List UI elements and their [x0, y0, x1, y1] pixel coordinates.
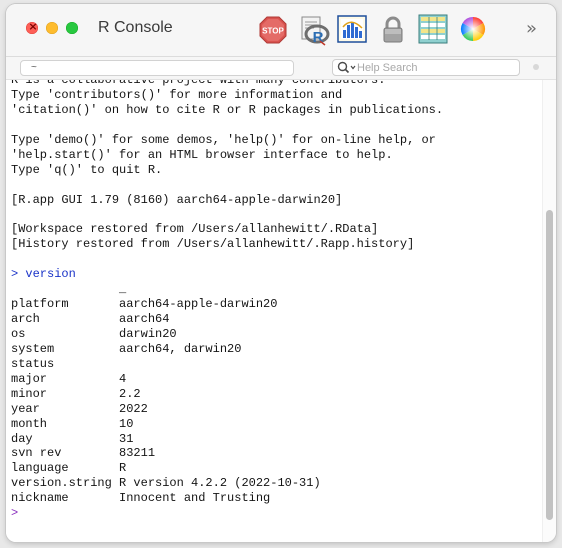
console-output-line: day 31: [11, 431, 134, 446]
quartz-chart-icon[interactable]: [337, 15, 367, 45]
console-output-line: Type 'demo()' for some demos, 'help()' f…: [11, 132, 436, 147]
console-output-line: month 10: [11, 416, 134, 431]
console-output-line: [R.app GUI 1.79 (8160) aarch64-apple-dar…: [11, 192, 343, 207]
help-search-field[interactable]: [332, 59, 520, 76]
minimize-window-button[interactable]: [46, 22, 58, 34]
console-output-line: status: [11, 356, 55, 371]
stop-icon[interactable]: STOP: [258, 15, 288, 45]
path-bar: ~: [6, 57, 556, 80]
console-output-line: os darwin20: [11, 326, 177, 341]
console-output-line: [Workspace restored from /Users/allanhew…: [11, 222, 379, 237]
r-source-icon[interactable]: R: [298, 14, 330, 46]
working-directory-field[interactable]: ~: [20, 60, 294, 76]
data-editor-table-icon[interactable]: [418, 14, 448, 44]
zoom-window-button[interactable]: [66, 22, 78, 34]
toolbar-overflow-icon[interactable]: »: [526, 18, 537, 39]
console-output-line: svn rev 83211: [11, 446, 156, 461]
lock-icon[interactable]: [378, 15, 408, 45]
console-output-line: R is a collaborative project with many c…: [11, 80, 386, 87]
status-indicator: [533, 64, 539, 70]
console-output-line: 'citation()' on how to cite R or R packa…: [11, 102, 444, 117]
window-title: R Console: [98, 19, 173, 36]
color-wheel-icon[interactable]: [460, 16, 490, 46]
close-window-button[interactable]: [26, 20, 38, 34]
console-output-line: _: [11, 282, 127, 297]
console-input-line: > version: [11, 267, 76, 282]
stop-label: STOP: [262, 27, 284, 36]
console-output-line: nickname Innocent and Trusting: [11, 491, 271, 506]
title-bar[interactable]: R Console STOP R: [6, 4, 556, 57]
help-search-input[interactable]: [357, 60, 507, 75]
console-output-line: minor 2.2: [11, 386, 141, 401]
scrollbar-thumb[interactable]: [546, 210, 553, 520]
console-output-line: major 4: [11, 371, 127, 386]
console-output-line: language R: [11, 461, 127, 476]
r-console-window: R Console STOP R: [6, 4, 556, 542]
vertical-scrollbar[interactable]: [542, 80, 556, 542]
console-output-line: system aarch64, darwin20: [11, 341, 242, 356]
console-lines: R is a collaborative project with many c…: [11, 80, 541, 521]
console-output-line: arch aarch64: [11, 312, 170, 326]
console-output-line: [History restored from /Users/allanhewit…: [11, 237, 415, 252]
console-output-line: Type 'q()' to quit R.: [11, 162, 163, 177]
console-output[interactable]: R is a collaborative project with many c…: [6, 80, 542, 542]
console-output-line: Type 'contributors()' for more informati…: [11, 87, 343, 102]
console-prompt[interactable]: >: [11, 506, 541, 521]
console-output-line: platform aarch64-apple-darwin20: [11, 297, 278, 312]
console-output-line: 'help.start()' for an HTML browser inter…: [11, 147, 393, 162]
console-output-line: version.string R version 4.2.2 (2022-10-…: [11, 476, 321, 491]
search-icon[interactable]: [337, 61, 357, 74]
console-output-line: year 2022: [11, 401, 148, 416]
